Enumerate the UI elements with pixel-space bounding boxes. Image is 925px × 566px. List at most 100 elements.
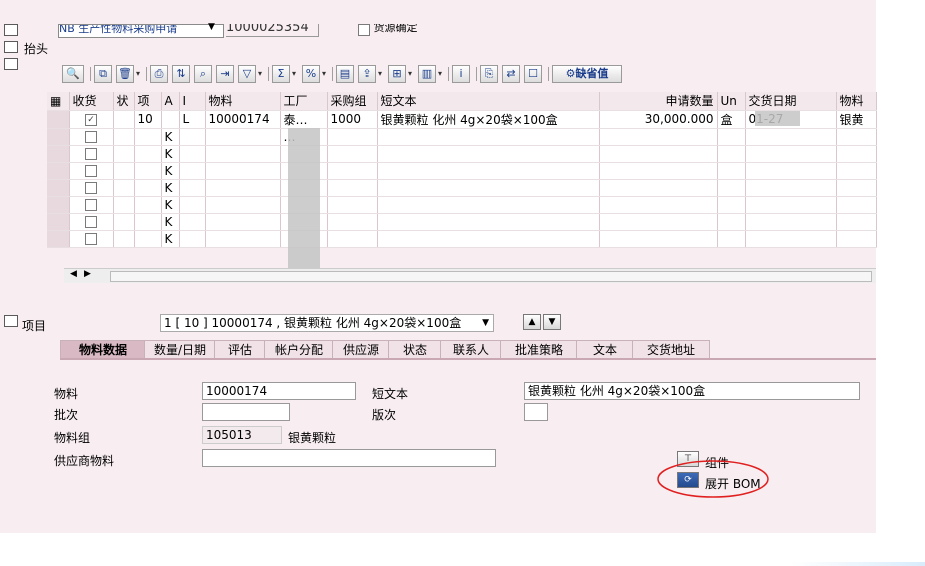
chevron-down-icon[interactable]: ▾ <box>320 65 328 83</box>
checkbox[interactable] <box>85 199 97 211</box>
cell-i[interactable] <box>179 179 206 197</box>
checkbox[interactable] <box>85 131 97 143</box>
checkbox[interactable] <box>85 182 97 194</box>
goods-receipt-cell[interactable] <box>69 128 114 146</box>
row-selector[interactable] <box>47 128 70 146</box>
cell-text[interactable]: 银黄颗粒 化州 4g×20袋×100盒 <box>377 110 600 129</box>
source-determination-checkbox[interactable]: 货源确定 <box>358 24 418 36</box>
col-header[interactable]: Un <box>717 92 746 111</box>
cell-text[interactable] <box>377 196 600 214</box>
sort-button[interactable]: ⇅ <box>172 65 190 83</box>
col-header[interactable]: 申请数量 <box>599 92 718 111</box>
col-header[interactable]: A <box>161 92 180 111</box>
checkbox[interactable] <box>85 148 97 160</box>
tab-material-data[interactable]: 物料数据 <box>60 340 145 359</box>
export-button[interactable]: ⇪ <box>358 65 376 83</box>
cell-item[interactable] <box>134 230 162 248</box>
cell-date[interactable] <box>745 145 837 163</box>
subtotal-button[interactable]: % <box>302 65 320 83</box>
cell-matgroup[interactable] <box>836 145 877 163</box>
cell-group[interactable] <box>327 128 378 146</box>
cell-qty[interactable] <box>599 196 718 214</box>
cell-group[interactable] <box>327 145 378 163</box>
default-values-button[interactable]: ⚙缺省值 <box>552 65 622 83</box>
cell-a[interactable]: K <box>161 179 180 197</box>
cell-qty[interactable] <box>599 179 718 197</box>
revision-field[interactable] <box>524 403 548 421</box>
material-field[interactable]: 10000174 <box>202 382 356 400</box>
cell-group[interactable] <box>327 230 378 248</box>
table-row[interactable]: ✓ 10 L 10000174 泰… 1000 银黄颗粒 化州 4g×20袋×100盒 30,… <box>47 110 877 129</box>
cell-i[interactable] <box>179 213 206 231</box>
col-header[interactable]: 物料 <box>836 92 877 111</box>
cell-date[interactable] <box>745 213 837 231</box>
checkbox[interactable] <box>85 216 97 228</box>
select-all-icon[interactable]: ▦ <box>47 92 70 111</box>
table-row[interactable]: K <box>47 196 877 214</box>
row-selector[interactable] <box>47 145 70 163</box>
cell-item[interactable] <box>134 179 162 197</box>
goods-receipt-cell[interactable] <box>69 230 114 248</box>
cell-unit[interactable] <box>717 162 746 180</box>
row-selector[interactable] <box>47 162 70 180</box>
goods-receipt-cell[interactable] <box>69 196 114 214</box>
cell-unit[interactable] <box>717 145 746 163</box>
col-header[interactable]: 短文本 <box>377 92 600 111</box>
col-header[interactable]: 工厂 <box>280 92 328 111</box>
print-button[interactable]: ⎙ <box>150 65 168 83</box>
cell-item[interactable] <box>134 145 162 163</box>
items-collapse-icon[interactable] <box>4 58 18 70</box>
previous-item-button[interactable]: ▲ <box>523 314 541 330</box>
cell-plant[interactable]: 泰… <box>280 110 328 129</box>
chevron-down-icon[interactable]: ▼ <box>482 315 489 331</box>
cell-i[interactable] <box>179 162 206 180</box>
cell-matgroup[interactable] <box>836 196 877 214</box>
chevron-down-icon[interactable]: ▾ <box>406 65 414 83</box>
cell-date[interactable] <box>745 196 837 214</box>
checkbox[interactable] <box>85 165 97 177</box>
chevron-down-icon[interactable]: ▾ <box>436 65 444 83</box>
cell-text[interactable] <box>377 145 600 163</box>
cell-qty[interactable] <box>599 230 718 248</box>
col-header[interactable]: 收货 <box>69 92 114 111</box>
next-item-button[interactable]: ▼ <box>543 314 561 330</box>
doc-type-select[interactable]: NB 生产性物料采购申请 <box>58 24 224 38</box>
cell-material[interactable] <box>205 162 281 180</box>
display-button[interactable]: ▤ <box>336 65 354 83</box>
tab-release-strategy[interactable]: 批准策略 <box>500 340 577 359</box>
sum-button[interactable]: Σ <box>272 65 290 83</box>
copy-button[interactable]: ⧉ <box>94 65 112 83</box>
tab-contact[interactable]: 联系人 <box>440 340 501 359</box>
cell-qty[interactable] <box>599 145 718 163</box>
cell-item[interactable]: 10 <box>134 110 162 129</box>
cell-unit[interactable] <box>717 213 746 231</box>
col-header[interactable]: 状 <box>113 92 135 111</box>
cell-item[interactable] <box>134 128 162 146</box>
cell-text[interactable] <box>377 230 600 248</box>
row-selector[interactable] <box>47 230 70 248</box>
cell-unit[interactable] <box>717 230 746 248</box>
cell-a[interactable]: K <box>161 196 180 214</box>
overview-icon[interactable] <box>4 24 18 36</box>
col-header[interactable]: 交货日期 <box>745 92 837 111</box>
cell-material[interactable] <box>205 179 281 197</box>
tab-source-of-supply[interactable]: 供应源 <box>332 340 389 359</box>
chevron-down-icon[interactable]: ▾ <box>290 65 298 83</box>
tab-quantity-date[interactable]: 数量/日期 <box>144 340 215 359</box>
cell-material[interactable] <box>205 196 281 214</box>
goods-receipt-cell[interactable]: ✓ <box>69 110 114 129</box>
cell-group[interactable] <box>327 196 378 214</box>
cell-material[interactable] <box>205 213 281 231</box>
cell-i[interactable]: L <box>179 110 206 129</box>
cell-text[interactable] <box>377 128 600 146</box>
cell-item[interactable] <box>134 213 162 231</box>
goods-receipt-cell[interactable] <box>69 179 114 197</box>
vendor-material-field[interactable] <box>202 449 496 467</box>
cell-qty[interactable] <box>599 213 718 231</box>
find-button[interactable]: ⌕ <box>194 65 212 83</box>
info-button[interactable]: i <box>452 65 470 83</box>
table-row[interactable]: K… <box>47 128 877 146</box>
header-expand-icon[interactable] <box>4 41 18 53</box>
cell-a[interactable]: K <box>161 230 180 248</box>
cell-date[interactable] <box>745 179 837 197</box>
